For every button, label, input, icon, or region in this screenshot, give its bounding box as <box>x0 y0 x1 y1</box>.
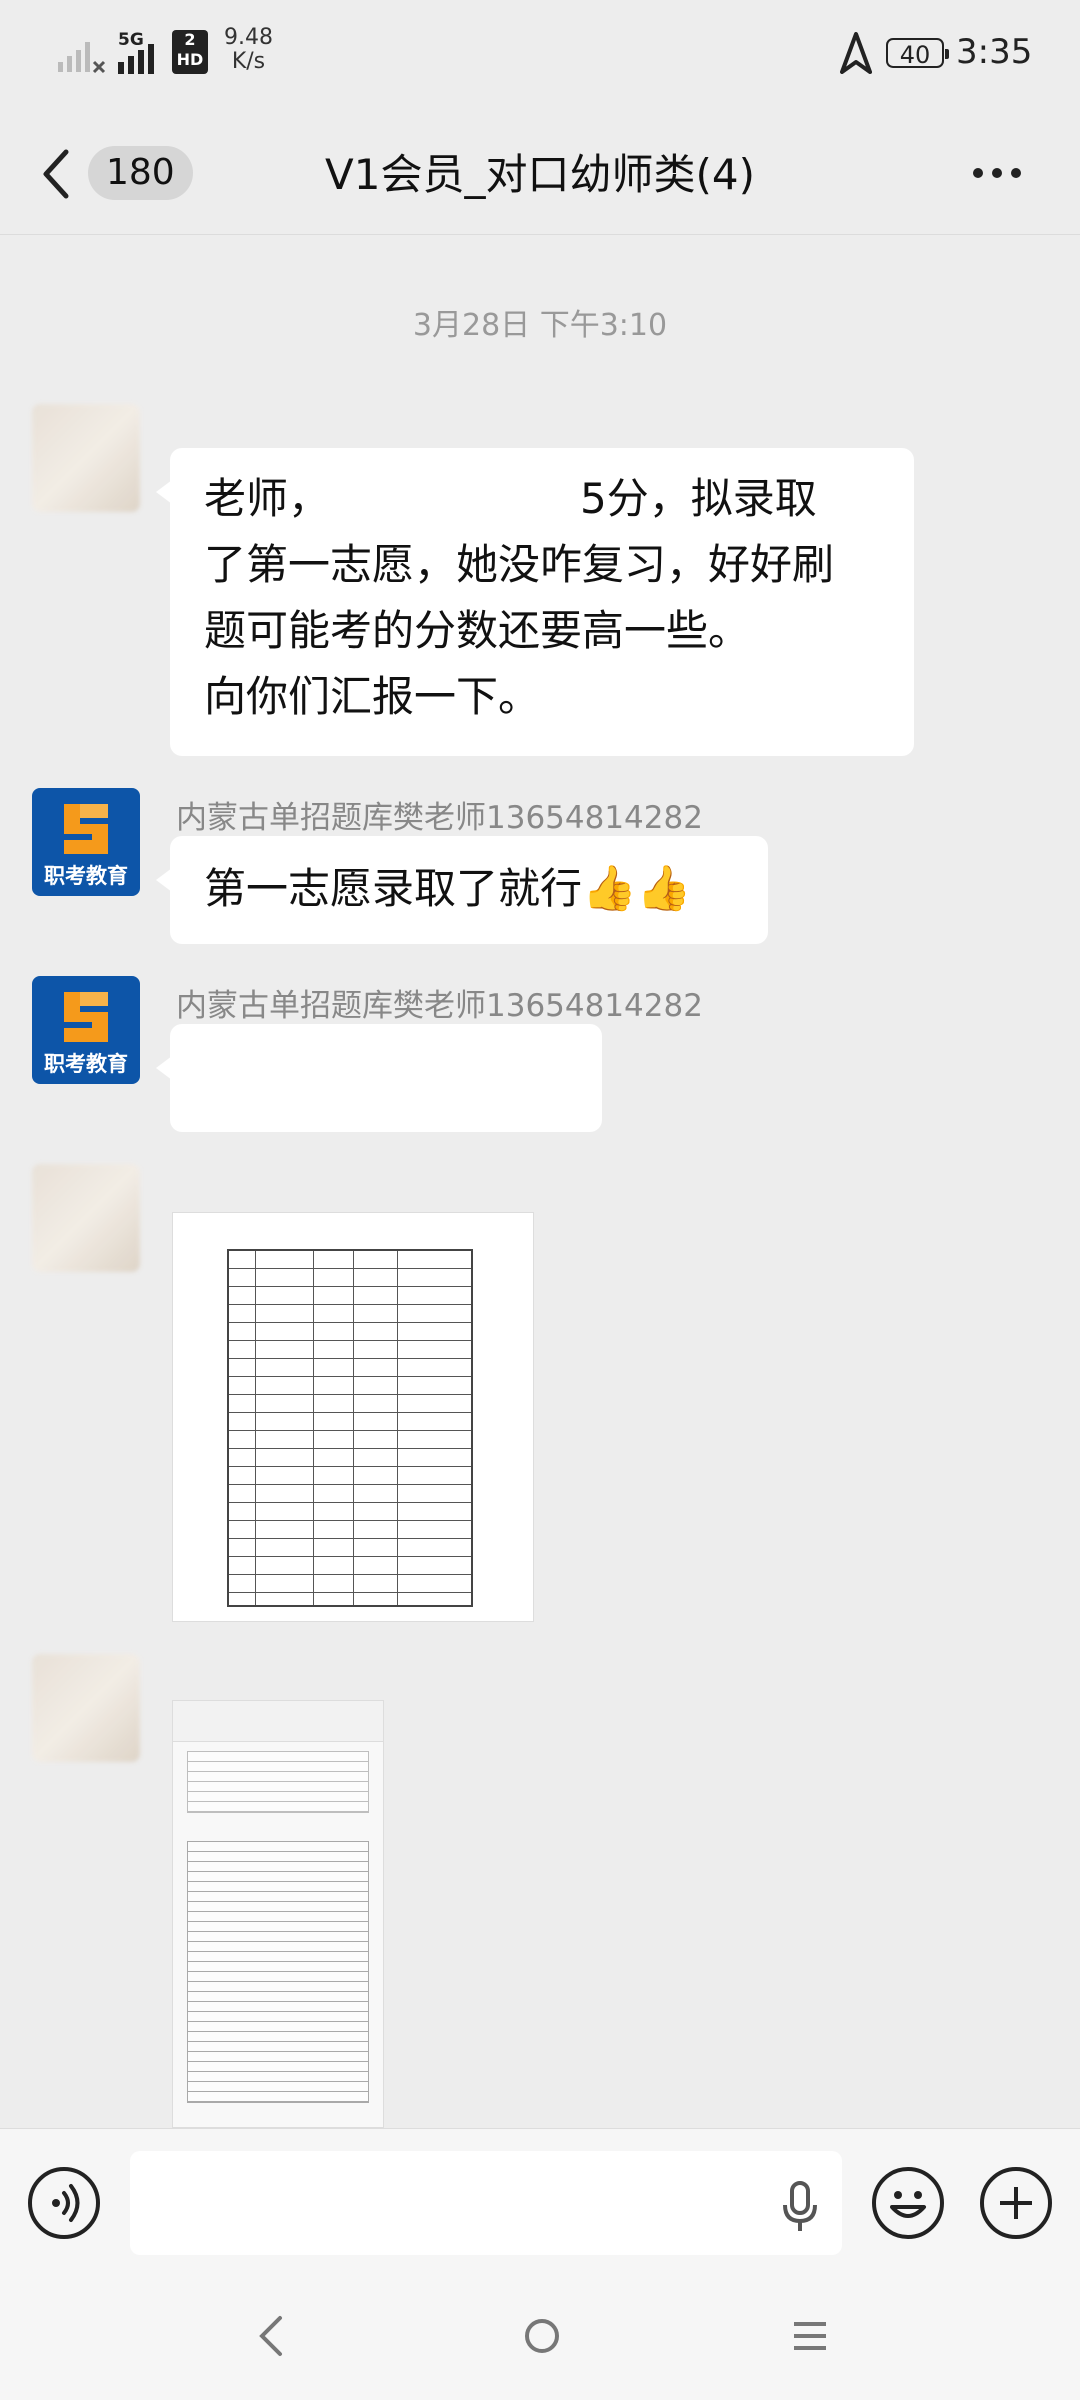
signal-strong-icon <box>118 44 154 74</box>
document-image <box>187 1841 369 2103</box>
message-line: 题可能考的分数还要高一些。 <box>204 606 751 655</box>
status-bar: 5G 2 HD 9.48 K/s 40 3:35 <box>0 0 1080 110</box>
message-line: 老师， 5分，拟录取 <box>204 474 817 523</box>
nav-home-icon[interactable] <box>522 2314 562 2358</box>
message-bubble[interactable]: 第一志愿录取了就行👍👍 <box>156 836 768 944</box>
location-icon <box>840 32 872 74</box>
speed-value: 9.48 <box>224 25 273 50</box>
avatar[interactable] <box>32 1654 140 1762</box>
image-message[interactable] <box>172 1700 384 2128</box>
chat-header: 180 V1会员_对口幼师类(4) <box>0 110 1080 235</box>
add-button[interactable] <box>980 2167 1052 2239</box>
avatar[interactable] <box>32 404 140 512</box>
back-icon[interactable] <box>40 148 72 200</box>
network-speed: 9.48 K/s <box>224 26 273 74</box>
message-line: 了第一志愿，她没咋复习，好好刷 <box>204 540 835 589</box>
message-text: 第一志愿录取了就行 <box>204 864 583 913</box>
plus-icon <box>1000 2187 1032 2219</box>
emoji-icon <box>890 2191 926 2218</box>
screenshot-header <box>173 1701 383 1742</box>
nav-menu-icon[interactable] <box>792 2314 828 2358</box>
unread-count-badge[interactable]: 180 <box>88 146 193 200</box>
microphone-icon[interactable] <box>782 2181 818 2233</box>
message-input[interactable] <box>130 2151 842 2255</box>
nav-back-icon[interactable] <box>256 2314 286 2358</box>
battery-indicator: 40 <box>886 38 949 69</box>
avatar[interactable] <box>32 1164 140 1272</box>
hd-badge: 2 HD <box>172 30 208 74</box>
sender-name: 内蒙古单招题库樊老师13654814282 <box>176 800 703 836</box>
avatar[interactable]: 职考教育 <box>32 788 140 896</box>
chat-title: V1会员_对口幼师类(4) <box>325 150 755 199</box>
speed-unit: K/s <box>231 49 266 74</box>
logo-icon <box>64 992 108 1042</box>
message-bubble[interactable] <box>156 1024 602 1132</box>
message-line: 向你们汇报一下。 <box>204 672 541 721</box>
image-message[interactable] <box>172 1212 534 1622</box>
document-image <box>187 1751 369 1813</box>
voice-icon <box>52 2184 80 2222</box>
voice-toggle-button[interactable] <box>28 2167 100 2239</box>
avatar[interactable]: 职考教育 <box>32 976 140 1084</box>
clock: 3:35 <box>956 32 1033 72</box>
thumbs-up-icon: 👍👍 <box>582 863 692 914</box>
document-image <box>227 1249 473 1607</box>
sender-name: 内蒙古单招题库樊老师13654814282 <box>176 988 703 1024</box>
message-bubble[interactable]: 老师， 5分，拟录取 了第一志愿，她没咋复习，好好刷 题可能考的分数还要高一些。 … <box>156 448 914 756</box>
hd-badge-top: 2 <box>184 30 196 49</box>
signal-icon <box>58 42 106 74</box>
brand-text: 职考教育 <box>44 864 128 888</box>
brand-text: 职考教育 <box>44 1052 128 1076</box>
emoji-button[interactable] <box>872 2167 944 2239</box>
more-icon[interactable] <box>972 166 1022 180</box>
input-bar <box>0 2128 1080 2277</box>
message-timestamp: 3月28日 下午3:10 <box>412 308 668 343</box>
system-nav-bar <box>0 2276 1080 2400</box>
hd-badge-bottom: HD <box>176 50 204 69</box>
logo-icon <box>64 804 108 854</box>
